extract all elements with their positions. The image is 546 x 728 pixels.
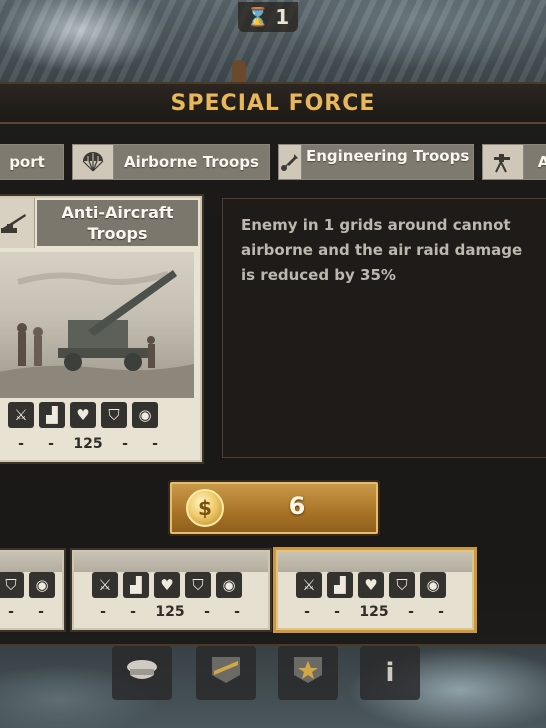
parachute-icon bbox=[73, 145, 114, 179]
movement-icon: ▟ bbox=[123, 572, 149, 598]
rank-stripes-icon bbox=[210, 655, 242, 692]
tab-artillery-label: A bbox=[524, 145, 546, 179]
card-art-strip bbox=[278, 552, 472, 572]
tab-engineering-troops-label: Engineering Troops bbox=[302, 145, 473, 179]
stat-movement-value: - bbox=[48, 436, 54, 452]
stat-defense-value: - bbox=[122, 436, 128, 452]
stat-value: - bbox=[204, 604, 210, 620]
unit-stat-values: - - 125 - - bbox=[0, 432, 202, 456]
stat-health-value: 125 bbox=[73, 436, 103, 452]
anti-aircraft-gun-illustration bbox=[0, 252, 194, 398]
vision-icon: ◉ bbox=[29, 572, 55, 598]
stat-value: - bbox=[304, 604, 310, 620]
vision-icon: ◉ bbox=[216, 572, 242, 598]
stat-value: 125 bbox=[155, 604, 185, 620]
tab-airborne-troops[interactable]: Airborne Troops bbox=[72, 144, 270, 180]
rank-stripes-button[interactable] bbox=[196, 646, 256, 700]
info-icon: i bbox=[385, 658, 395, 688]
stat-vision-value: - bbox=[152, 436, 158, 452]
tab-support-label: port bbox=[0, 145, 63, 179]
panel-title-bar: SPECIAL FORCE bbox=[0, 84, 546, 124]
tab-airborne-troops-label: Airborne Troops bbox=[114, 145, 269, 179]
info-button[interactable]: i bbox=[360, 646, 420, 700]
defense-icon: ⛉ bbox=[101, 402, 127, 428]
stat-value: - bbox=[438, 604, 444, 620]
stat-value: 125 bbox=[359, 604, 389, 620]
attack-icon: ⚔ bbox=[296, 572, 322, 598]
unit-card-selected[interactable]: ⚔ ▟ ♥ ⛉ ◉ - - 125 - - bbox=[276, 550, 474, 630]
anti-aircraft-gun-icon bbox=[0, 198, 35, 248]
card-art-strip bbox=[0, 552, 62, 572]
unit-description-box: Enemy in 1 grids around cannot airborne … bbox=[222, 198, 546, 458]
stat-attack-value: - bbox=[18, 436, 24, 452]
dollar-coin-icon: $ bbox=[186, 489, 224, 527]
map-soldier-unit[interactable] bbox=[232, 60, 246, 84]
special-force-panel: SPECIAL FORCE port Airborne Troops Engin… bbox=[0, 82, 546, 646]
stat-value: - bbox=[408, 604, 414, 620]
card-stat-icons: ⚔ ▟ ♥ ⛉ ◉ bbox=[74, 572, 242, 600]
stat-value: - bbox=[130, 604, 136, 620]
stat-value: - bbox=[8, 604, 14, 620]
unit-card-left[interactable]: ⛉ ◉ - - bbox=[0, 550, 64, 630]
tab-engineering-troops[interactable]: Engineering Troops bbox=[278, 144, 474, 180]
card-stat-values: - - 125 - - bbox=[278, 600, 456, 624]
health-icon: ♥ bbox=[358, 572, 384, 598]
card-stat-values: - - 125 - - bbox=[74, 600, 252, 624]
unit-name: Anti-Aircraft Troops bbox=[37, 200, 198, 246]
card-stat-values: - - bbox=[0, 600, 56, 624]
officer-cap-button[interactable] bbox=[112, 646, 172, 700]
tab-artillery[interactable]: A bbox=[482, 144, 546, 180]
movement-icon: ▟ bbox=[327, 572, 353, 598]
turn-counter: ⌛ 1 bbox=[238, 2, 298, 32]
attack-icon: ⚔ bbox=[8, 402, 34, 428]
star-rank-button[interactable] bbox=[278, 646, 338, 700]
defense-icon: ⛉ bbox=[185, 572, 211, 598]
turn-counter-value: 1 bbox=[275, 5, 290, 29]
vision-icon: ◉ bbox=[132, 402, 158, 428]
unit-card-header: Anti-Aircraft Troops bbox=[0, 198, 200, 248]
card-stat-icons: ⛉ ◉ bbox=[0, 572, 55, 600]
stat-value: - bbox=[234, 604, 240, 620]
card-art-strip bbox=[74, 552, 268, 572]
price-value: 6 bbox=[288, 492, 306, 520]
vision-icon: ◉ bbox=[420, 572, 446, 598]
selected-unit-card[interactable]: Anti-Aircraft Troops ⚔ ▟ ♥ ⛉ ◉ - - 125 -… bbox=[0, 196, 202, 462]
attack-icon: ⚔ bbox=[92, 572, 118, 598]
movement-icon: ▟ bbox=[39, 402, 65, 428]
health-icon: ♥ bbox=[154, 572, 180, 598]
panel-title: SPECIAL FORCE bbox=[170, 90, 376, 116]
unit-description: Enemy in 1 grids around cannot airborne … bbox=[241, 216, 523, 284]
star-rank-icon bbox=[292, 655, 324, 692]
health-icon: ♥ bbox=[70, 402, 96, 428]
unit-card-middle[interactable]: ⚔ ▟ ♥ ⛉ ◉ - - 125 - - bbox=[72, 550, 270, 630]
tab-support[interactable]: port bbox=[0, 144, 64, 180]
shovel-icon bbox=[279, 145, 302, 179]
machine-gun-icon bbox=[483, 145, 524, 179]
stat-value: - bbox=[38, 604, 44, 620]
stat-value: - bbox=[100, 604, 106, 620]
unit-stat-icons: ⚔ ▟ ♥ ⛉ ◉ bbox=[0, 402, 204, 432]
officer-cap-icon bbox=[124, 657, 160, 690]
stat-value: - bbox=[334, 604, 340, 620]
card-stat-icons: ⚔ ▟ ♥ ⛉ ◉ bbox=[278, 572, 446, 600]
buy-button[interactable]: $ 6 bbox=[170, 482, 378, 534]
defense-icon: ⛉ bbox=[0, 572, 24, 598]
hourglass-icon: ⌛ bbox=[246, 6, 270, 28]
defense-icon: ⛉ bbox=[389, 572, 415, 598]
